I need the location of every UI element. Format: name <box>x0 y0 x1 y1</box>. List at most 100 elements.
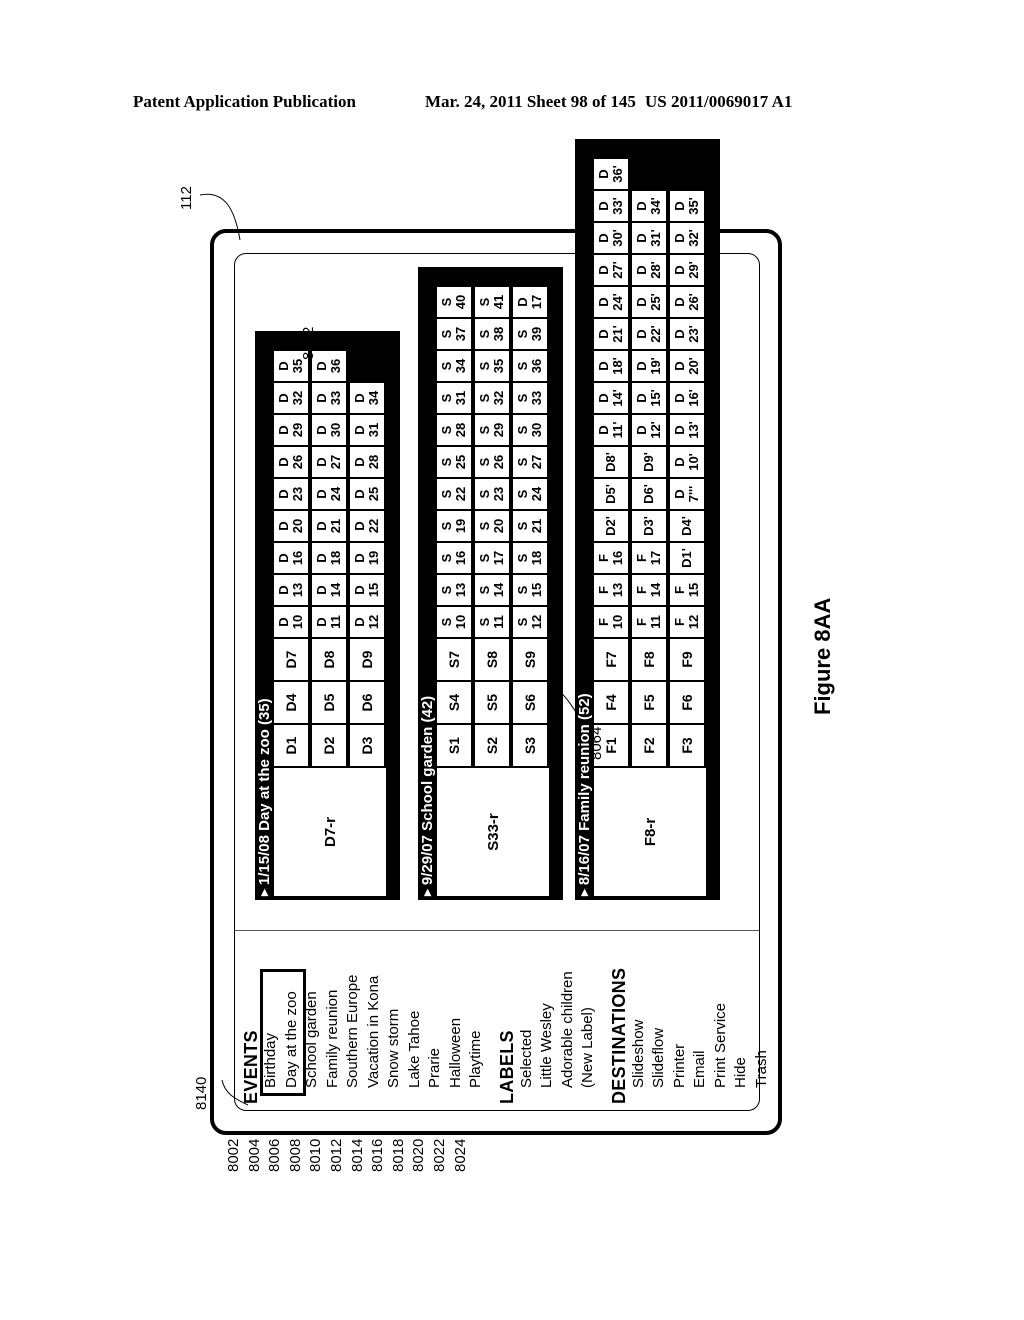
thumbnail[interactable]: S 29 <box>475 415 509 445</box>
thumbnail[interactable]: D 36' <box>594 159 628 189</box>
thumbnail[interactable]: S 28 <box>437 415 471 445</box>
thumbnail[interactable]: S 15 <box>513 575 547 605</box>
thumbnail[interactable]: S 18 <box>513 543 547 573</box>
thumbnail[interactable]: S3 <box>513 725 547 766</box>
thumbnail[interactable]: D5' <box>594 479 628 509</box>
thumbnail[interactable]: S 30 <box>513 415 547 445</box>
thumbnail[interactable]: S 27 <box>513 447 547 477</box>
thumbnail[interactable]: F4 <box>594 682 628 723</box>
thumbnail[interactable]: S9 <box>513 639 547 680</box>
disclosure-triangle-icon[interactable]: ▶ <box>422 889 432 896</box>
thumbnail[interactable]: S 13 <box>437 575 471 605</box>
thumbnail[interactable]: D 15 <box>350 575 384 605</box>
thumbnail[interactable]: D 26' <box>670 287 704 317</box>
label-item[interactable]: Selected <box>517 931 538 1104</box>
thumbnail[interactable]: D 27 <box>312 447 346 477</box>
thumbnail[interactable]: D 34 <box>350 383 384 413</box>
thumbnail[interactable]: D6 <box>350 682 384 723</box>
thumbnail[interactable]: S 12 <box>513 607 547 637</box>
thumbnail[interactable]: S 36 <box>513 351 547 381</box>
thumbnail[interactable]: S8 <box>475 639 509 680</box>
thumbnail[interactable]: S 17 <box>475 543 509 573</box>
thumbnail[interactable]: D 16' <box>670 383 704 413</box>
thumbnail[interactable]: F8 <box>632 639 666 680</box>
destination-item[interactable]: Hide <box>731 931 752 1104</box>
thumbnail[interactable]: D 16 <box>274 543 308 573</box>
thumbnail[interactable]: D 31' <box>632 223 666 253</box>
thumbnail[interactable]: F 11 <box>632 607 666 637</box>
thumbnail[interactable]: D5 <box>312 682 346 723</box>
destination-item[interactable]: Email <box>690 931 711 1104</box>
thumbnail[interactable]: D 13 <box>274 575 308 605</box>
thumbnail[interactable]: D 13' <box>670 415 704 445</box>
thumbnail[interactable]: F9 <box>670 639 704 680</box>
thumbnail[interactable]: S 22 <box>437 479 471 509</box>
thumbnail[interactable]: D 32 <box>274 383 308 413</box>
thumbnail[interactable]: F2 <box>632 725 666 766</box>
thumbnail[interactable]: D4 <box>274 682 308 723</box>
thumbnail[interactable]: D 26 <box>274 447 308 477</box>
thumbnail[interactable]: D2 <box>312 725 346 766</box>
thumbnail[interactable]: S 33 <box>513 383 547 413</box>
thumbnail[interactable]: S 41 <box>475 287 509 317</box>
thumbnail[interactable]: D 31 <box>350 415 384 445</box>
thumbnail[interactable]: S 38 <box>475 319 509 349</box>
panel-title[interactable]: ▶ 9/29/07 School garden (42) <box>418 267 436 900</box>
thumbnail[interactable]: D 20 <box>274 511 308 541</box>
thumbnail[interactable]: S1 <box>437 725 471 766</box>
thumbnail[interactable]: S 31 <box>437 383 471 413</box>
destination-item[interactable]: Slideflow <box>649 931 670 1104</box>
event-item[interactable]: Snow storm <box>384 931 405 1104</box>
thumbnail[interactable]: D 24' <box>594 287 628 317</box>
thumbnail[interactable]: D1 <box>274 725 308 766</box>
event-item[interactable]: Lake Tahoe <box>405 931 426 1104</box>
disclosure-triangle-icon[interactable]: ▶ <box>579 889 589 896</box>
thumbnail[interactable]: D 22' <box>632 319 666 349</box>
thumbnail[interactable]: D 33' <box>594 191 628 221</box>
thumbnail[interactable]: F 14 <box>632 575 666 605</box>
thumbnail[interactable]: D 29 <box>274 415 308 445</box>
thumbnail[interactable]: D3 <box>350 725 384 766</box>
thumbnail[interactable]: S 37 <box>437 319 471 349</box>
thumbnail[interactable]: D 33 <box>312 383 346 413</box>
thumbnail[interactable]: F 13 <box>594 575 628 605</box>
thumbnail[interactable]: D 18 <box>312 543 346 573</box>
thumbnail[interactable]: D8 <box>312 639 346 680</box>
thumbnail[interactable]: D 32' <box>670 223 704 253</box>
thumbnail[interactable]: S 25 <box>437 447 471 477</box>
event-item[interactable]: Playtime <box>466 931 487 1104</box>
thumbnail[interactable]: D 27' <box>594 255 628 285</box>
thumbnail[interactable]: D 21 <box>312 511 346 541</box>
thumbnail[interactable]: D7 <box>274 639 308 680</box>
thumbnail[interactable]: F 16 <box>594 543 628 573</box>
thumbnail[interactable]: D 14' <box>594 383 628 413</box>
thumbnail[interactable]: D 36 <box>312 351 346 381</box>
thumbnail[interactable]: D8' <box>594 447 628 477</box>
thumbnail[interactable]: F 15 <box>670 575 704 605</box>
thumbnail[interactable]: D 23' <box>670 319 704 349</box>
thumbnail[interactable]: D 24 <box>312 479 346 509</box>
thumbnail[interactable]: D6' <box>632 479 666 509</box>
thumbnail[interactable]: F5 <box>632 682 666 723</box>
event-item[interactable]: Family reunion <box>323 931 344 1104</box>
destination-item[interactable]: Trash <box>752 931 773 1104</box>
thumbnail[interactable]: S 40 <box>437 287 471 317</box>
thumbnail[interactable]: D 28 <box>350 447 384 477</box>
thumbnail[interactable]: D 35' <box>670 191 704 221</box>
hero-thumbnail[interactable]: F8-r <box>594 768 706 896</box>
thumbnail[interactable]: D 29' <box>670 255 704 285</box>
thumbnail[interactable]: S 39 <box>513 319 547 349</box>
thumbnail[interactable]: D 12' <box>632 415 666 445</box>
label-item[interactable]: (New Label) <box>578 931 599 1104</box>
thumbnail[interactable]: S 10 <box>437 607 471 637</box>
thumbnail[interactable]: S 19 <box>437 511 471 541</box>
thumbnail[interactable]: D 30 <box>312 415 346 445</box>
thumbnail[interactable]: D 23 <box>274 479 308 509</box>
thumbnail[interactable]: D 19' <box>632 351 666 381</box>
thumbnail[interactable]: S7 <box>437 639 471 680</box>
thumbnail[interactable]: D 25' <box>632 287 666 317</box>
thumbnail[interactable]: S 26 <box>475 447 509 477</box>
thumbnail[interactable]: S 14 <box>475 575 509 605</box>
event-item[interactable]: Vacation in Kona <box>364 931 385 1104</box>
thumbnail[interactable]: F3 <box>670 725 704 766</box>
